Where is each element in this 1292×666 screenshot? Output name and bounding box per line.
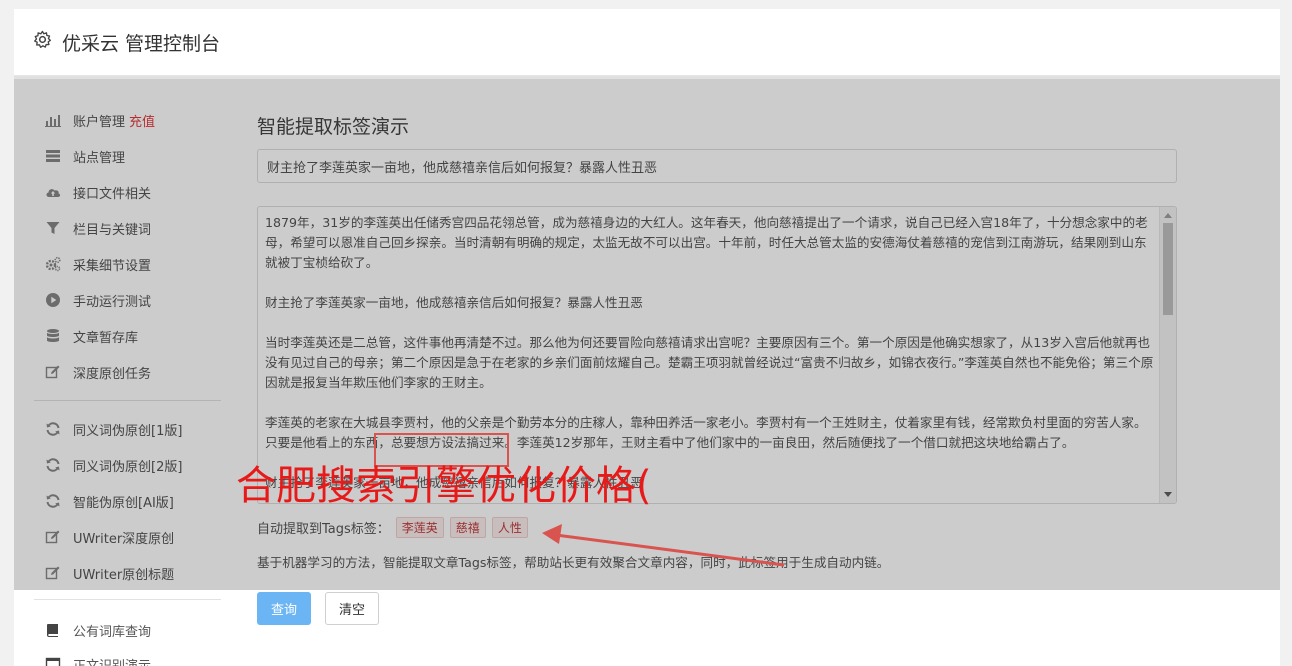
main-panel: 账户管理 充值 站点管理 接口文件相关 栏目与关键词 采集细节设置 手动运行测试… [14,76,1280,666]
gear-icon[interactable] [33,30,52,49]
sidebar-item-manual-test[interactable]: 手动运行测试 [44,289,151,311]
database-icon [44,328,62,344]
refresh-icon [44,421,62,437]
tag-badge: 慈禧 [449,516,486,538]
panel-divider [14,76,1280,79]
page-title: 智能提取标签演示 [257,116,410,138]
scroll-down-arrow-icon[interactable] [1164,492,1172,497]
sidebar-item-columns[interactable]: 栏目与关键词 [44,217,151,239]
edit-icon [44,529,62,545]
sidebar-divider [34,400,221,401]
refresh-icon [44,493,62,509]
window-icon [44,656,62,666]
tags-row: 自动提取到Tags标签： 李莲英 慈禧 人性 [257,516,528,538]
bar-chart-icon [44,112,62,128]
filter-icon [44,220,62,236]
content-scrollbar[interactable] [1159,207,1176,503]
sidebar-item-article-storage[interactable]: 文章暂存库 [44,325,138,347]
book-icon [44,622,62,638]
sidebar-item-text-recognition[interactable]: 正文识别演示 [44,653,151,666]
sidebar-divider [34,599,221,600]
sidebar-item-collect-settings[interactable]: 采集细节设置 [44,253,151,275]
sidebar-item-label: 站点管理 [73,150,126,166]
sidebar-item-label: 同义词伪原创[1版] [73,423,183,439]
sidebar-item-interface[interactable]: 接口文件相关 [44,181,151,203]
sidebar-item-public-dictionary[interactable]: 公有词库查询 [44,619,151,641]
sidebar-item-account[interactable]: 账户管理 充值 [44,109,155,131]
sidebar-item-label: 采集细节设置 [73,258,152,274]
edit-icon [44,364,62,380]
sidebar-item-synonym-v2[interactable]: 同义词伪原创[2版] [44,454,182,476]
app-title: 优采云 管理控制台 [62,33,221,55]
sidebar-item-label: 手动运行测试 [73,294,152,310]
feature-description: 基于机器学习的方法，智能提取文章Tags标签，帮助站长更有效聚合文章内容，同时，… [257,555,890,570]
tag-badge: 李莲英 [395,516,444,538]
sidebar-item-label: 正文识别演示 [73,658,152,666]
tags-label: 自动提取到Tags标签： [257,521,390,537]
recharge-link[interactable]: 充值 [129,111,155,130]
refresh-icon [44,457,62,473]
article-title-input[interactable] [257,149,1177,183]
sidebar-item-synonym-v1[interactable]: 同义词伪原创[1版] [44,418,182,440]
tag-badge: 人性 [491,516,528,538]
sidebar-item-uwriter-title[interactable]: UWriter原创标题 [44,562,174,584]
edit-icon [44,565,62,581]
sidebar-item-label: 智能伪原创[AI版] [73,495,174,511]
scroll-up-arrow-icon[interactable] [1164,213,1172,218]
sidebar-item-label: 接口文件相关 [73,186,152,202]
content-paragraph: 财主抢了李莲英家一亩地，他成慈禧亲信后如何报复？暴露人性丑恶 [265,475,643,490]
content-paragraph: 李莲英的老家在大城县李贾村，他的父亲是个勤劳本分的庄稼人，靠种田养活一家老小。李… [265,415,1147,450]
scroll-thumb[interactable] [1163,223,1173,315]
sidebar-item-label: 栏目与关键词 [73,222,152,238]
sidebar-item-label: 深度原创任务 [73,366,152,382]
sidebar-item-deep-original[interactable]: 深度原创任务 [44,361,151,383]
cogs-icon [44,256,62,272]
article-content-textarea[interactable]: 1879年，31岁的李莲英出任储秀宫四品花翎总管，成为慈禧身边的大红人。这年春天… [257,206,1177,504]
sidebar-item-ai-rewrite[interactable]: 智能伪原创[AI版] [44,490,174,512]
sidebar-item-label: UWriter原创标题 [73,567,175,583]
sidebar-item-uwriter-deep[interactable]: UWriter深度原创 [44,526,174,548]
content-paragraph: 财主抢了李莲英家一亩地，他成慈禧亲信后如何报复？暴露人性丑恶 [265,295,643,310]
sidebar-item-label: UWriter深度原创 [73,531,175,547]
sidebar-item-label: 文章暂存库 [73,330,139,346]
play-circle-icon [44,292,62,308]
content-paragraph: 1879年，31岁的李莲英出任储秀宫四品花翎总管，成为慈禧身边的大红人。这年春天… [265,215,1148,270]
sidebar-item-label: 账户管理 [73,114,126,130]
clear-button[interactable]: 清空 [325,592,379,625]
article-content-text: 1879年，31岁的李莲英出任储秀宫四品花翎总管，成为慈禧身边的大红人。这年春天… [265,213,1155,503]
sidebar-item-label: 公有词库查询 [73,624,152,640]
content-paragraph: 当时李莲英还是二总管，这件事他再清楚不过。那么他为何还要冒险向慈禧请求出宫呢？主… [265,335,1154,390]
server-icon [44,148,62,164]
sidebar-item-label: 同义词伪原创[2版] [73,459,183,475]
header-bar: 优采云 管理控制台 [14,9,1280,76]
cloud-upload-icon [44,184,62,200]
query-button[interactable]: 查询 [257,592,311,625]
sidebar-item-sites[interactable]: 站点管理 [44,145,125,167]
